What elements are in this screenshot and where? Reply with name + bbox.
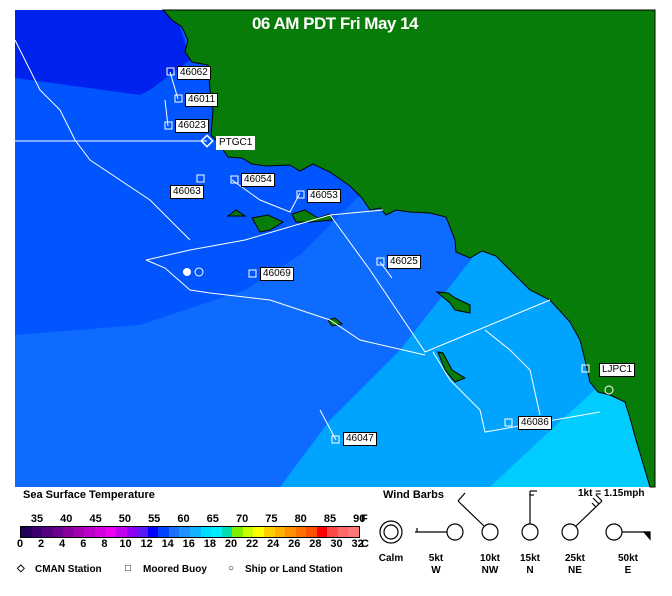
colorbar-cell [116, 527, 127, 537]
wind-example-label: 15kt N [519, 553, 540, 576]
colorbar-cell [42, 527, 53, 537]
station-label[interactable]: 46047 [343, 432, 377, 446]
colorbar-cell [31, 527, 43, 537]
colorbar-cell [63, 527, 74, 537]
wind-10kt-nw-icon [457, 492, 499, 541]
colorbar-cell [295, 527, 307, 537]
colorbar-cell [285, 527, 296, 537]
fahrenheit-tick: 60 [177, 513, 190, 525]
wind-example-label: 10kt NW [479, 553, 500, 576]
wind-15kt-n-icon [521, 490, 539, 541]
map-title: 06 AM PDT Fri May 14 [251, 14, 419, 33]
colorbar-cell [52, 527, 64, 537]
colorbar-cell [73, 527, 85, 537]
fahrenheit-tick: 65 [206, 513, 219, 525]
sst-legend-title: Sea Surface Temperature [23, 489, 155, 501]
colorbar-cell [316, 527, 328, 537]
wind-25kt-ne-icon [561, 494, 603, 541]
station-label[interactable]: PTGC1 [216, 136, 256, 150]
fahrenheit-tick: 50 [118, 513, 132, 525]
colorbar-cell [242, 527, 254, 537]
station-label[interactable]: 46053 [307, 189, 341, 203]
colorbar-cell [179, 527, 190, 537]
colorbar-cell [21, 527, 32, 537]
colorbar-cell [337, 527, 349, 537]
colorbar-cell [327, 527, 338, 537]
wind-50kt-e-icon [605, 523, 651, 541]
wind-example-label: Calm [378, 553, 404, 564]
station-label[interactable]: 46069 [260, 267, 294, 281]
wind-barb-examples [379, 490, 651, 544]
colorbar-cell [306, 527, 317, 537]
station-label[interactable]: LJPC1 [599, 363, 636, 377]
colorbar-cell [221, 527, 233, 537]
legend-ship: Ship or Land Station [245, 564, 343, 575]
colorbar-cell [147, 527, 159, 537]
station-label[interactable]: 46011 [185, 93, 219, 107]
fahrenheit-tick: 45 [89, 513, 102, 525]
colorbar-cell [84, 527, 95, 537]
colorbar-cell [94, 527, 106, 537]
calm-barb-icon [379, 520, 403, 544]
fahrenheit-tick: 55 [148, 513, 161, 525]
wind-example-label: 50kt E [617, 553, 638, 576]
ship-station-icon: ○ [228, 563, 235, 574]
station-label[interactable]: 46025 [387, 255, 421, 269]
ship-station-marker [183, 268, 191, 276]
station-label[interactable]: 46054 [241, 173, 275, 187]
wind-example-label: 5kt W [428, 553, 444, 576]
colorbar-cell [253, 527, 264, 537]
colorbar-cell [137, 527, 148, 537]
wind-example-label: 25kt NE [564, 553, 585, 576]
colorbar-cell [348, 527, 359, 537]
colorbar-cell [274, 527, 286, 537]
colorbar-cell [200, 527, 212, 537]
colorbar-cell [168, 527, 180, 537]
fahrenheit-tick: 35 [30, 513, 44, 525]
colorbar-cell [190, 527, 201, 537]
cman-station-icon: ◇ [17, 563, 25, 574]
colorbar-cell [158, 527, 169, 537]
fahrenheit-tick: 80 [294, 513, 307, 525]
moored-buoy-icon: □ [125, 563, 132, 574]
station-label[interactable]: 46062 [177, 66, 211, 80]
colorbar-cell [105, 527, 117, 537]
colorbar-cell [232, 527, 243, 537]
sst-colorbar [20, 526, 360, 538]
station-label[interactable]: 46063 [170, 185, 204, 199]
legend-buoy: Moored Buoy [143, 564, 207, 575]
fahrenheit-unit: F [361, 513, 368, 525]
colorbar-cell [211, 527, 222, 537]
colorbar-cell [263, 527, 275, 537]
celsius-unit: C [361, 538, 369, 550]
fahrenheit-tick: 40 [60, 513, 73, 525]
station-label[interactable]: 46023 [175, 119, 209, 133]
colorbar-cell [126, 527, 138, 537]
fahrenheit-tick: 70 [235, 513, 249, 525]
wind-5kt-w-icon [415, 523, 464, 541]
station-label[interactable]: 46086 [518, 416, 552, 430]
legend-cman: CMAN Station [35, 564, 102, 575]
fahrenheit-tick: 75 [265, 513, 278, 525]
fahrenheit-tick: 85 [323, 513, 337, 525]
